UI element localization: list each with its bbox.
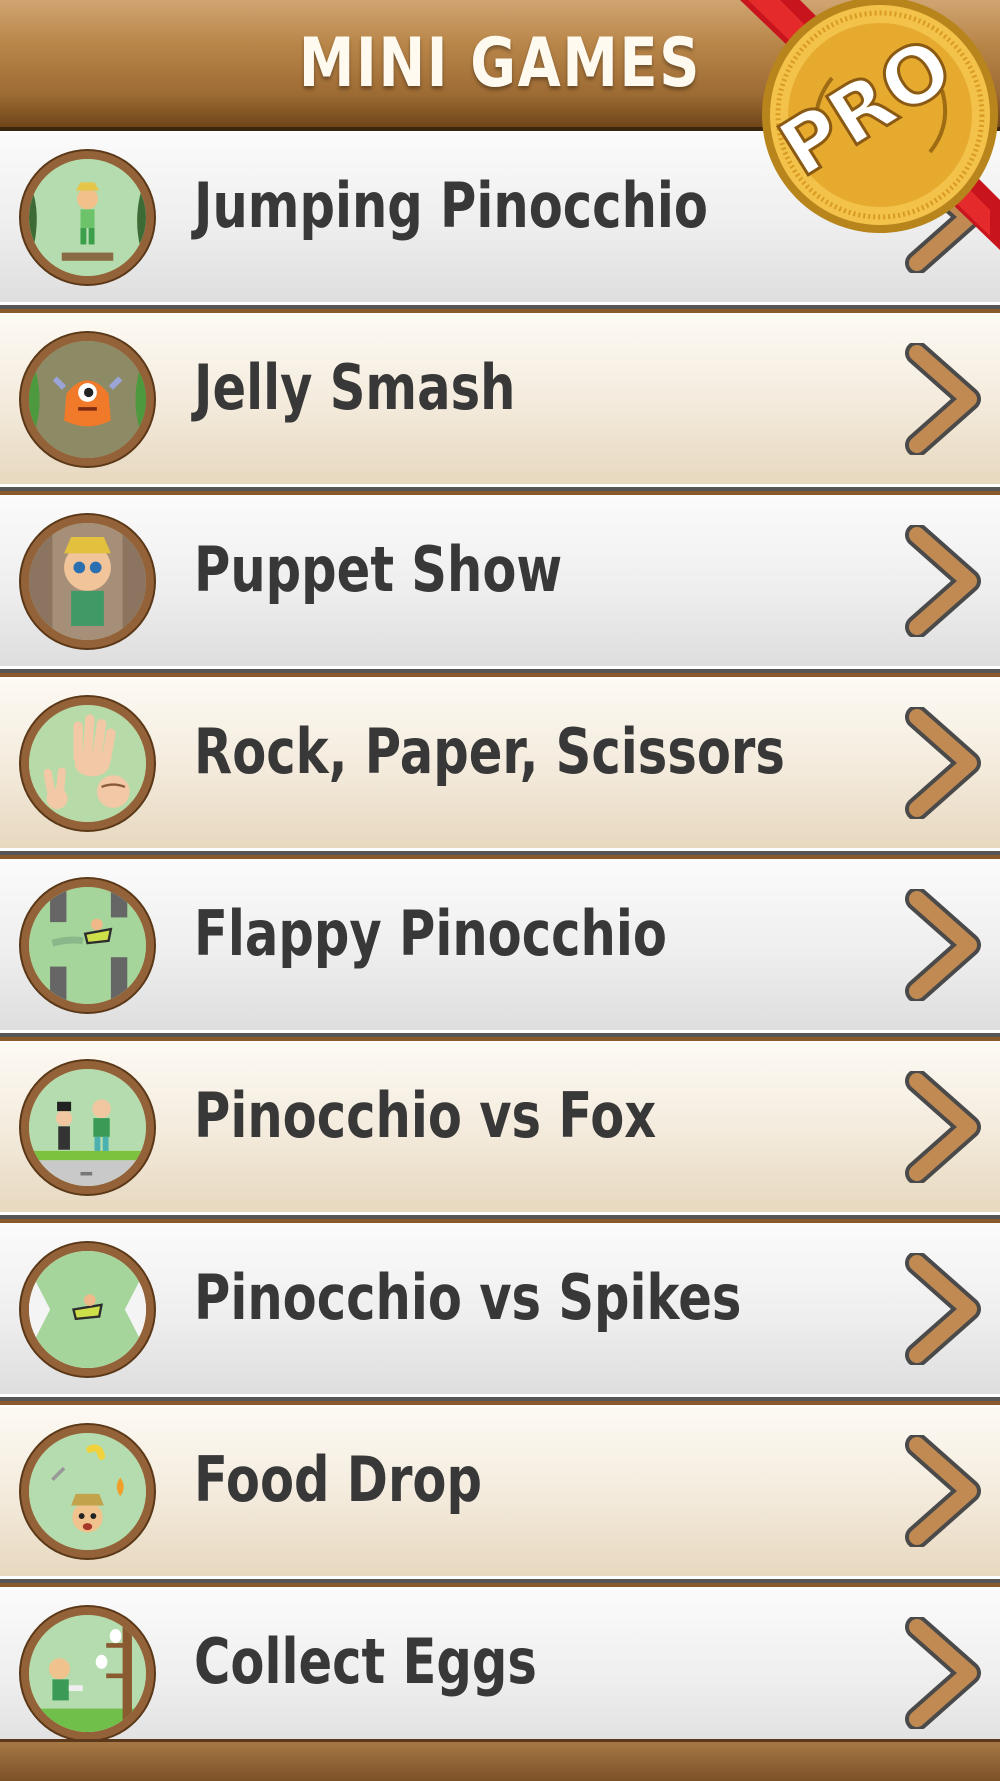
pinocchio-vs-fox-icon	[21, 1061, 154, 1194]
chevron-right-icon[interactable]	[905, 1071, 985, 1183]
flappy-pinocchio-icon	[21, 879, 154, 1012]
chevron-right-icon[interactable]	[905, 1435, 985, 1547]
jumping-pinocchio-icon	[21, 151, 154, 284]
row-divider	[0, 1033, 1000, 1037]
chevron-right-icon[interactable]	[905, 707, 985, 819]
jelly-smash-icon	[21, 333, 154, 466]
chevron-right-icon[interactable]	[905, 1617, 985, 1729]
game-label: Flappy Pinocchio	[194, 897, 667, 970]
collect-eggs-icon	[21, 1607, 154, 1740]
row-divider	[0, 851, 1000, 855]
game-row-jelly-smash[interactable]: Jelly Smash	[0, 313, 1000, 487]
game-row-pinocchio-vs-spikes[interactable]: Pinocchio vs Spikes	[0, 1223, 1000, 1397]
pinocchio-vs-spikes-icon	[21, 1243, 154, 1376]
chevron-right-icon[interactable]	[905, 889, 985, 1001]
chevron-right-icon[interactable]	[905, 1253, 985, 1365]
game-row-puppet-show[interactable]: Puppet Show	[0, 495, 1000, 669]
game-label: Pinocchio vs Spikes	[194, 1261, 742, 1334]
chevron-right-icon[interactable]	[905, 343, 985, 455]
row-divider	[0, 669, 1000, 673]
mini-games-list: Jumping Pinocchio Jelly Smash Puppet Sho…	[0, 131, 1000, 1761]
game-label: Pinocchio vs Fox	[194, 1079, 657, 1152]
rock-paper-scissors-icon	[21, 697, 154, 830]
row-divider	[0, 1215, 1000, 1219]
game-row-collect-eggs[interactable]: Collect Eggs	[0, 1587, 1000, 1761]
food-drop-icon	[21, 1425, 154, 1558]
puppet-show-icon	[21, 515, 154, 648]
game-row-flappy-pinocchio[interactable]: Flappy Pinocchio	[0, 859, 1000, 1033]
game-label: Rock, Paper, Scissors	[194, 715, 785, 788]
row-divider	[0, 305, 1000, 309]
chevron-right-icon[interactable]	[905, 525, 985, 637]
row-divider	[0, 1397, 1000, 1401]
game-label: Jelly Smash	[194, 351, 516, 424]
pro-medal-icon[interactable]: PRO	[740, 0, 1000, 250]
game-label: Puppet Show	[194, 533, 563, 606]
row-divider	[0, 487, 1000, 491]
game-label: Food Drop	[194, 1443, 483, 1516]
row-divider	[0, 1579, 1000, 1583]
game-label: Jumping Pinocchio	[194, 169, 708, 242]
footer-bar	[0, 1739, 1000, 1781]
game-row-food-drop[interactable]: Food Drop	[0, 1405, 1000, 1579]
game-row-pinocchio-vs-fox[interactable]: Pinocchio vs Fox	[0, 1041, 1000, 1215]
game-label: Collect Eggs	[194, 1625, 537, 1698]
game-row-rock-paper-scissors[interactable]: Rock, Paper, Scissors	[0, 677, 1000, 851]
